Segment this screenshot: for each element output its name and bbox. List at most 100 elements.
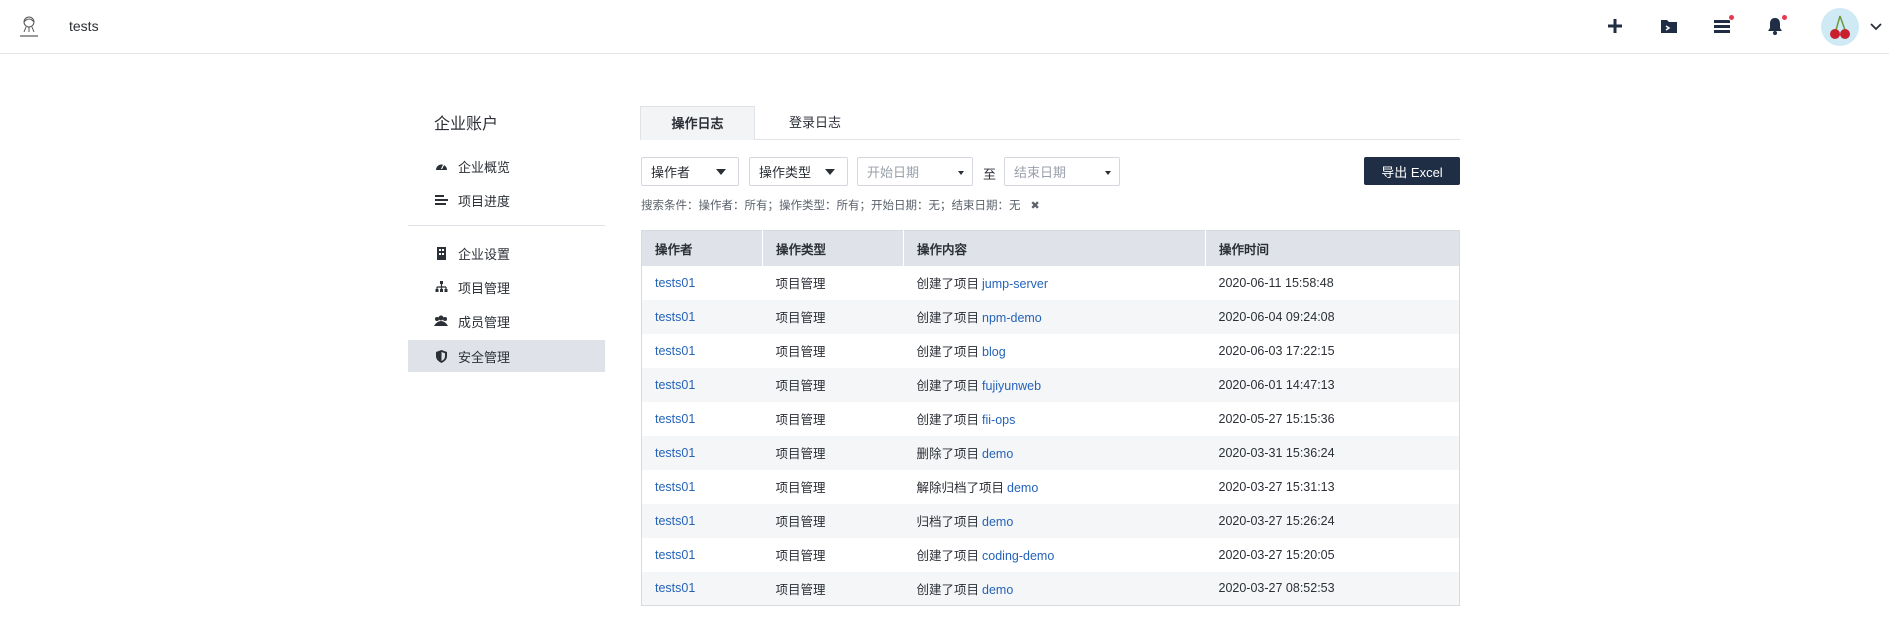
cell-operation-time: 2020-05-27 15:15:36	[1205, 401, 1460, 436]
cell-operator: tests01	[641, 333, 763, 368]
cell-operation-time: 2020-03-27 15:31:13	[1205, 469, 1460, 504]
sidebar-item-label: 企业设置	[458, 246, 511, 262]
table-row: tests01 项目管理 创建了项目 fii-ops 2020-05-27 15:15:…	[641, 401, 1460, 436]
bell-icon[interactable]	[1764, 14, 1788, 37]
cell-operation-time: 2020-06-04 09:24:08	[1205, 299, 1460, 334]
cell-operation-content: 创建了项目 jump-server	[903, 265, 1206, 300]
sidebar-item-members[interactable]: 成员管理	[408, 305, 605, 337]
start-date-placeholder: 开始日期	[867, 165, 920, 180]
caret-down-icon	[958, 171, 964, 175]
tab-login-log[interactable]: 登录日志	[770, 106, 860, 140]
end-date-placeholder: 结束日期	[1014, 165, 1067, 180]
date-range-separator: 至	[983, 167, 997, 182]
table-row: tests01 项目管理 创建了项目 coding-demo 2020-03-27 15…	[641, 537, 1460, 572]
notification-dot	[1728, 14, 1735, 21]
project-link[interactable]: demo	[982, 447, 1013, 461]
operator-link[interactable]: tests01	[655, 446, 695, 460]
project-link[interactable]: npm-demo	[982, 311, 1042, 325]
start-date-picker[interactable]: 开始日期	[857, 157, 973, 186]
project-link[interactable]: demo	[982, 583, 1013, 597]
table-row: tests01 项目管理 创建了项目 jump-server 2020-06-11 15…	[641, 265, 1460, 300]
cell-operation-type: 项目管理	[762, 469, 904, 504]
table-row: tests01 项目管理 创建了项目 blog 2020-06-03 17:22:15	[641, 333, 1460, 368]
project-link[interactable]: blog	[982, 345, 1006, 359]
table-row: tests01 项目管理 归档了项目 demo 2020-03-27 15:26:24	[641, 503, 1460, 538]
table-row: tests01 项目管理 创建了项目 fujiyunweb 2020-06-01 14:…	[641, 367, 1460, 402]
sidebar-item-overview[interactable]: 企业概览	[408, 150, 605, 182]
operator-link[interactable]: tests01	[655, 548, 695, 562]
sidebar-item-settings[interactable]: 企业设置	[408, 237, 605, 269]
project-link[interactable]: demo	[1007, 481, 1038, 495]
cell-operator: tests01	[641, 435, 763, 470]
action-text: 归档了项目	[916, 515, 980, 529]
operation-type-select-value: 操作类型	[759, 165, 812, 180]
operator-link[interactable]: tests01	[655, 344, 695, 358]
table-row: tests01 项目管理 创建了项目 npm-demo 2020-06-04 09:24…	[641, 299, 1460, 334]
clear-conditions-icon[interactable]: ✖	[1031, 199, 1040, 212]
sidebar-item-security[interactable]: 安全管理	[408, 340, 605, 372]
project-link[interactable]: coding-demo	[982, 549, 1054, 563]
cell-operation-content: 解除归档了项目 demo	[903, 469, 1206, 504]
sidebar-item-progress[interactable]: 项目进度	[408, 184, 605, 216]
building-icon	[434, 246, 448, 260]
action-text: 删除了项目	[916, 447, 980, 461]
sidebar-divider	[408, 225, 605, 226]
team-name[interactable]: tests	[69, 18, 99, 34]
action-text: 创建了项目	[916, 549, 980, 563]
users-icon	[434, 314, 448, 328]
cell-operator: tests01	[641, 503, 763, 538]
cell-operation-content: 创建了项目 demo	[903, 571, 1206, 606]
operator-select[interactable]: 操作者	[641, 157, 739, 186]
cell-operation-type: 项目管理	[762, 435, 904, 470]
sidebar-item-label: 项目进度	[458, 193, 511, 209]
sidebar-item-label: 项目管理	[458, 280, 511, 296]
plus-icon[interactable]	[1604, 15, 1626, 37]
operator-link[interactable]: tests01	[655, 480, 695, 494]
sidebar-item-projects[interactable]: 项目管理	[408, 271, 605, 303]
action-text: 创建了项目	[916, 277, 980, 291]
cell-operation-type: 项目管理	[762, 503, 904, 538]
operator-link[interactable]: tests01	[655, 514, 695, 528]
cell-operator: tests01	[641, 367, 763, 402]
action-text: 创建了项目	[916, 379, 980, 393]
column-header[interactable]: 操作类型	[762, 230, 904, 266]
operation-type-select[interactable]: 操作类型	[749, 157, 848, 186]
project-link[interactable]: demo	[982, 515, 1013, 529]
cell-operation-type: 项目管理	[762, 333, 904, 368]
cell-operator: tests01	[641, 469, 763, 504]
column-header[interactable]: 操作内容	[903, 230, 1206, 266]
terminal-folder-icon[interactable]	[1658, 15, 1680, 37]
cell-operation-content: 删除了项目 demo	[903, 435, 1206, 470]
log-tabs: 操作日志 登录日志	[640, 106, 1460, 140]
tab-operation-log[interactable]: 操作日志	[640, 106, 755, 140]
caret-down-icon	[1105, 171, 1111, 175]
operator-link[interactable]: tests01	[655, 581, 695, 595]
column-header[interactable]: 操作时间	[1205, 230, 1460, 266]
user-avatar[interactable]	[1821, 8, 1859, 46]
cell-operation-time: 2020-03-31 15:36:24	[1205, 435, 1460, 470]
project-link[interactable]: jump-server	[982, 277, 1048, 291]
operator-link[interactable]: tests01	[655, 412, 695, 426]
company-logo[interactable]	[18, 14, 40, 40]
server-list-icon[interactable]	[1711, 14, 1735, 37]
operator-link[interactable]: tests01	[655, 276, 695, 290]
cell-operation-type: 项目管理	[762, 367, 904, 402]
chevron-down-icon[interactable]	[1868, 18, 1884, 34]
project-link[interactable]: fujiyunweb	[982, 379, 1041, 393]
cell-operator: tests01	[641, 537, 763, 572]
cell-operator: tests01	[641, 299, 763, 334]
list-icon	[434, 193, 448, 207]
operation-log-table: 操作者 操作类型 操作内容 操作时间 tests01 项目管理 创建了项目 jump-…	[641, 230, 1460, 606]
operator-link[interactable]: tests01	[655, 310, 695, 324]
cell-operation-time: 2020-06-01 14:47:13	[1205, 367, 1460, 402]
cell-operation-content: 创建了项目 fujiyunweb	[903, 367, 1206, 402]
column-header[interactable]: 操作者	[641, 230, 763, 266]
end-date-picker[interactable]: 结束日期	[1004, 157, 1120, 186]
sitemap-icon	[434, 280, 448, 294]
operator-link[interactable]: tests01	[655, 378, 695, 392]
cell-operation-time: 2020-03-27 08:52:53	[1205, 571, 1460, 606]
project-link[interactable]: fii-ops	[982, 413, 1015, 427]
export-excel-button[interactable]: 导出 Excel	[1364, 157, 1460, 185]
cell-operation-content: 创建了项目 npm-demo	[903, 299, 1206, 334]
table-row: tests01 项目管理 创建了项目 demo 2020-03-27 08:52:53	[641, 571, 1460, 606]
